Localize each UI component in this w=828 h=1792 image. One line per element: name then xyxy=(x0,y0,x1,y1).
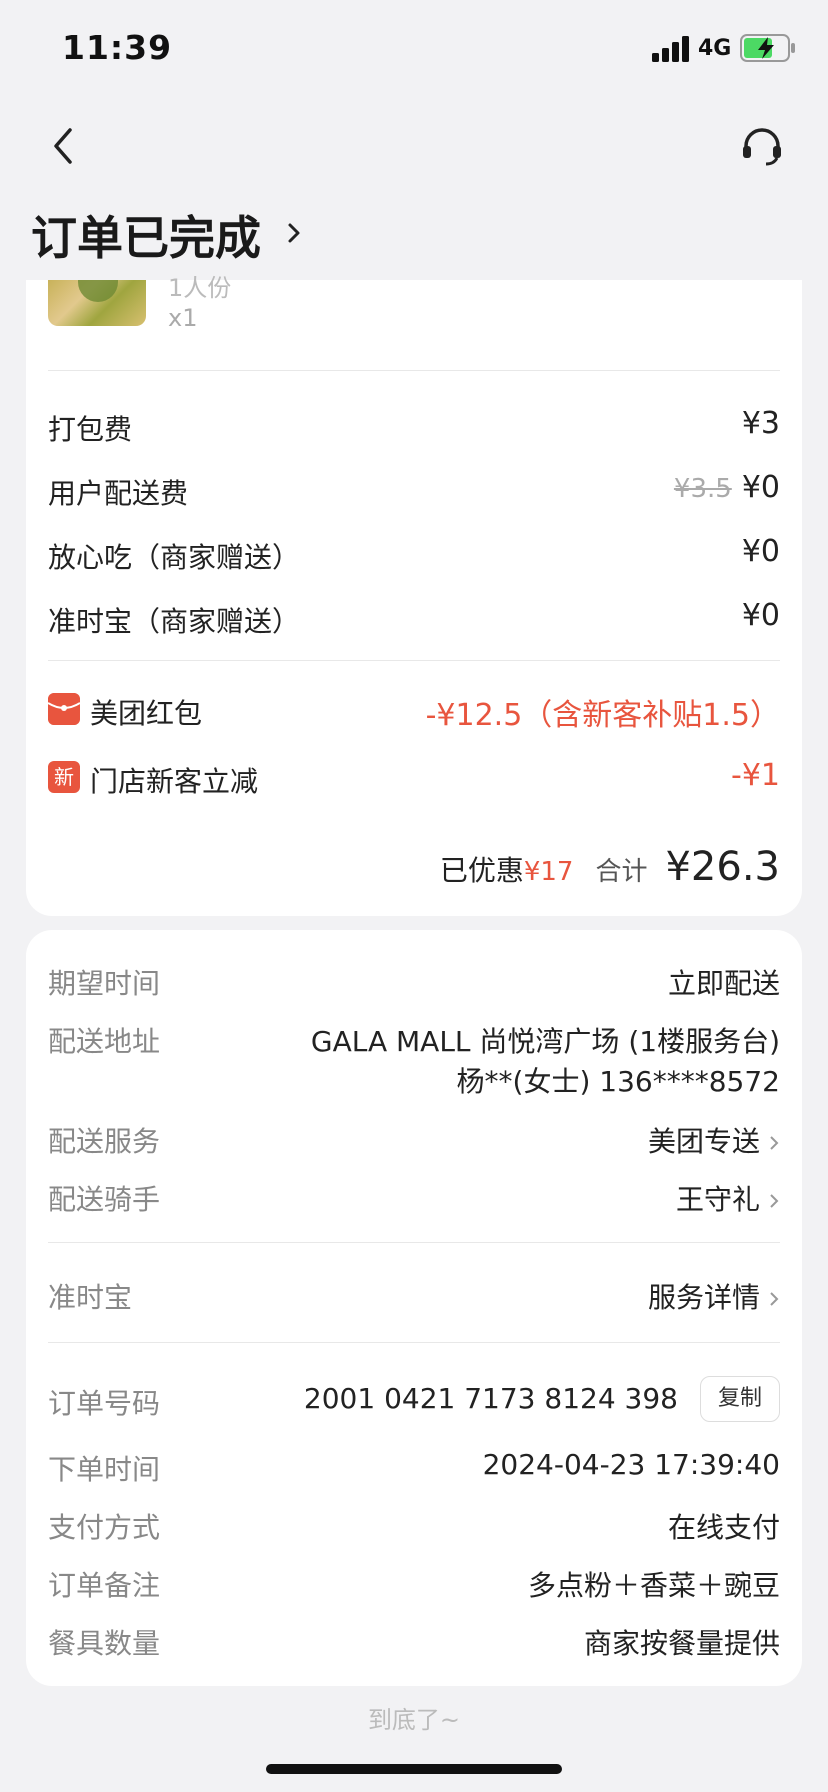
copy-button[interactable]: 复制 xyxy=(700,1376,780,1422)
order-note-label: 订单备注 xyxy=(48,1569,161,1602)
dish-quantity: x1 xyxy=(168,304,198,332)
divider xyxy=(48,660,780,661)
service-details-value: 服务详情 xyxy=(647,1281,760,1314)
address-label: 配送地址 xyxy=(48,1025,161,1058)
back-icon[interactable] xyxy=(46,124,82,168)
end-of-page-note: 到底了~ xyxy=(367,1706,461,1734)
delivery-service-value: 美团专送 xyxy=(647,1125,760,1158)
payment-method-label: 支付方式 xyxy=(48,1511,161,1544)
utensil-label: 餐具数量 xyxy=(48,1627,161,1660)
divider xyxy=(48,370,780,371)
address-line1: GALA MALL 尚悦湾广场 (1楼服务台) xyxy=(310,1025,780,1058)
dish-portion: 1人份 xyxy=(168,274,232,302)
chevron-right-icon xyxy=(770,1194,779,1208)
total-label: 合计 xyxy=(595,857,648,887)
saved-label: 已优惠 xyxy=(439,854,524,887)
service-details-link[interactable]: 服务详情 xyxy=(648,1276,780,1316)
total-line: 已优惠¥17 合计 ¥26.3 xyxy=(440,844,780,890)
address-line2: 杨**(女士) 136****8572 xyxy=(456,1065,780,1098)
on-time-label: 准时宝（商家赠送） xyxy=(48,605,301,638)
customer-service-icon[interactable] xyxy=(740,124,784,168)
chevron-right-icon xyxy=(770,1136,779,1150)
chevron-right-icon xyxy=(770,1292,779,1306)
expected-time-value: 立即配送 xyxy=(667,967,780,1000)
new-customer-value: -¥1 xyxy=(731,758,780,793)
order-info-card: 期望时间 立即配送 配送地址 GALA MALL 尚悦湾广场 (1楼服务台) 杨… xyxy=(26,930,802,1686)
rider-link[interactable]: 王守礼 xyxy=(676,1178,780,1218)
red-packet-label: 美团红包 xyxy=(90,697,203,730)
page-title[interactable]: 订单已完成 xyxy=(31,202,261,268)
total-amount: ¥26.3 xyxy=(665,844,780,890)
delivery-fee-label: 用户配送费 xyxy=(48,477,189,510)
order-number-label: 订单号码 xyxy=(48,1387,161,1420)
payment-method-value: 在线支付 xyxy=(667,1511,780,1544)
delivery-service-link[interactable]: 美团专送 xyxy=(648,1120,780,1160)
delivery-service-label: 配送服务 xyxy=(48,1125,161,1158)
safe-eat-value: ¥0 xyxy=(741,534,780,569)
utensil-value: 商家按餐量提供 xyxy=(583,1627,780,1660)
home-indicator[interactable] xyxy=(266,1764,562,1774)
status-bar: 11:39 4G xyxy=(0,0,828,100)
order-time-label: 下单时间 xyxy=(48,1453,161,1486)
saved-amount: ¥17 xyxy=(523,857,574,887)
network-label: 4G xyxy=(698,36,732,61)
red-packet-icon xyxy=(48,693,80,725)
signal-icon xyxy=(652,36,689,62)
new-customer-badge: 新 xyxy=(48,761,80,793)
expected-time-label: 期望时间 xyxy=(48,967,161,1000)
delivery-fee-value: ¥3.5 ¥0 xyxy=(674,470,780,505)
safe-eat-label: 放心吃（商家赠送） xyxy=(48,541,301,574)
dish-image[interactable] xyxy=(48,280,146,326)
divider xyxy=(48,1342,780,1343)
order-number-value: 2001 0421 7173 8124 398 xyxy=(303,1382,678,1415)
order-note-value: 多点粉＋香菜＋豌豆 xyxy=(527,1569,780,1602)
battery-icon xyxy=(740,34,795,62)
chevron-right-icon[interactable] xyxy=(284,218,304,248)
red-packet-value: -¥12.5（含新客补贴1.5） xyxy=(425,698,780,733)
packing-fee-value: ¥3 xyxy=(741,406,780,441)
order-time-value: 2024-04-23 17:39:40 xyxy=(482,1448,780,1481)
divider xyxy=(48,1242,780,1243)
on-time-guarantee-label: 准时宝 xyxy=(48,1281,133,1314)
status-time: 11:39 xyxy=(62,28,173,67)
packing-fee-label: 打包费 xyxy=(48,413,133,446)
rider-value: 王守礼 xyxy=(675,1183,760,1216)
delivery-fee-original: ¥3.5 xyxy=(673,474,732,504)
new-customer-label: 门店新客立减 xyxy=(90,765,259,798)
order-price-card: 1人份 x1 打包费 ¥3 用户配送费 ¥3.5 ¥0 放心吃（商家赠送） ¥0 … xyxy=(26,274,802,916)
delivery-fee-amount: ¥0 xyxy=(741,470,780,505)
on-time-value: ¥0 xyxy=(741,598,780,633)
rider-label: 配送骑手 xyxy=(48,1183,161,1216)
